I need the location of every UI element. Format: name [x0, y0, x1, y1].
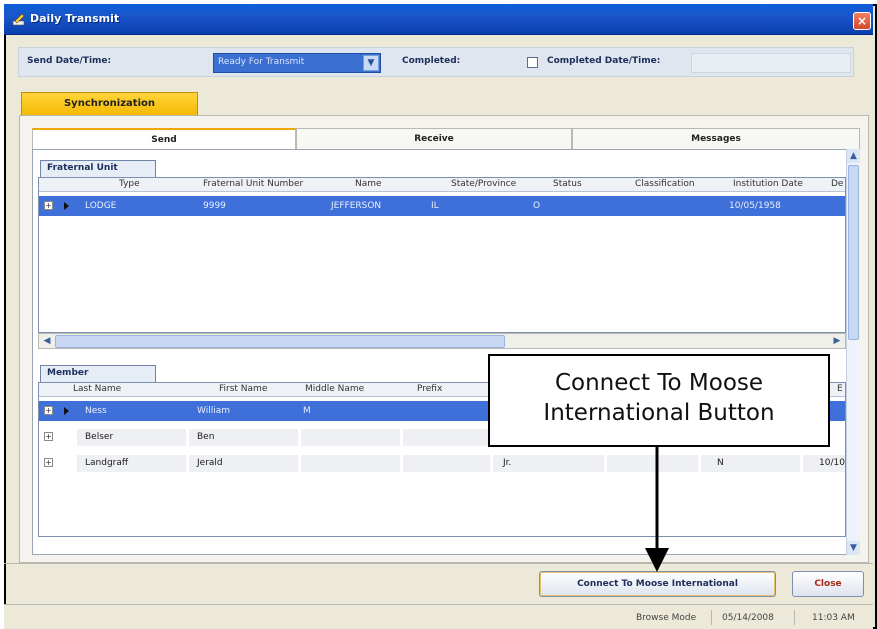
transmit-status-select[interactable]: Ready For Transmit ▼: [213, 53, 381, 73]
scroll-left-icon[interactable]: ◀: [40, 335, 54, 348]
completed-datetime-label: Completed Date/Time:: [547, 56, 661, 66]
chevron-down-icon[interactable]: ▼: [363, 55, 379, 71]
cell-type: LODGE: [85, 201, 117, 211]
fraternal-unit-horizontal-scrollbar[interactable]: ◀ ▶: [38, 333, 846, 349]
column-header-fraternal-unit-number[interactable]: Fraternal Unit Number: [203, 179, 303, 189]
status-separator: [794, 610, 795, 625]
close-icon: ×: [856, 14, 868, 28]
fraternal-unit-grid: Type Fraternal Unit Number Name State/Pr…: [38, 177, 846, 333]
column-header-institution-date[interactable]: Institution Date: [733, 179, 803, 189]
cell-name: JEFFERSON: [331, 201, 382, 211]
cell-number: 9999: [203, 201, 226, 211]
cell-last-name: Landgraff: [85, 458, 129, 468]
cell-last-name: Belser: [85, 432, 114, 442]
table-row[interactable]: + Landgraff Jerald Jr. N 10/10: [39, 453, 845, 473]
plus-icon[interactable]: +: [44, 406, 53, 415]
column-header-name[interactable]: Name: [355, 179, 382, 189]
fraternal-unit-section-label: Fraternal Unit: [40, 160, 156, 177]
vertical-scroll-thumb[interactable]: [848, 165, 859, 340]
annotation-line-2: International Button: [543, 400, 775, 426]
column-header-e[interactable]: E: [837, 384, 843, 394]
cell-bg: [301, 455, 401, 472]
status-date: 05/14/2008: [722, 613, 774, 623]
triangle-right-icon: [64, 202, 69, 210]
column-header-middle-name[interactable]: Middle Name: [305, 384, 364, 394]
column-header-status[interactable]: Status: [553, 179, 582, 189]
column-header-type[interactable]: Type: [119, 179, 140, 189]
close-button[interactable]: Close: [792, 571, 864, 597]
cell-status: O: [533, 201, 541, 211]
scroll-right-icon[interactable]: ▶: [830, 335, 844, 348]
scroll-up-icon[interactable]: ▲: [847, 149, 860, 163]
cell-middle-name: M: [303, 406, 311, 416]
annotation-line-1: Connect To Moose: [554, 370, 764, 396]
column-header-first-name[interactable]: First Name: [219, 384, 267, 394]
status-bar: Browse Mode 05/14/2008 11:03 AM: [4, 604, 873, 629]
cell-first-name: Jerald: [197, 458, 223, 468]
scroll-down-icon[interactable]: ▼: [847, 541, 860, 555]
cell-first-name: Ben: [197, 432, 215, 442]
status-separator: [711, 610, 712, 625]
triangle-right-icon: [64, 407, 69, 415]
pencil-icon: [12, 13, 25, 26]
column-header-classification[interactable]: Classification: [635, 179, 695, 189]
tab-synchronization[interactable]: Synchronization: [21, 92, 198, 116]
cell-flag: N: [717, 458, 724, 468]
annotation-arrow-icon: [645, 446, 669, 572]
window-title: Daily Transmit: [30, 12, 120, 25]
cell-bg: [403, 455, 491, 472]
cell-bg: [403, 429, 491, 446]
cell-first-name: William: [197, 406, 230, 416]
column-header-prefix[interactable]: Prefix: [417, 384, 442, 394]
window-close-button[interactable]: ×: [853, 12, 871, 30]
cell-bg: [301, 429, 401, 446]
tab-receive[interactable]: Receive: [296, 128, 572, 150]
plus-icon[interactable]: +: [44, 201, 53, 210]
member-section-label: Member: [40, 365, 156, 382]
cell-last-name: Ness: [85, 406, 107, 416]
status-mode: Browse Mode: [636, 613, 697, 623]
plus-icon[interactable]: +: [44, 432, 53, 441]
send-tab-vertical-scrollbar[interactable]: ▲ ▼: [846, 149, 860, 555]
plus-icon[interactable]: +: [44, 458, 53, 467]
cell-date: 10/10: [819, 458, 845, 468]
cell-suffix: Jr.: [503, 458, 512, 468]
send-datetime-label: Send Date/Time:: [27, 56, 112, 66]
status-time: 11:03 AM: [812, 613, 855, 623]
cell-bg: [701, 455, 801, 472]
tab-messages[interactable]: Messages: [572, 128, 860, 150]
transmit-header: Send Date/Time: Ready For Transmit ▼ Com…: [18, 47, 854, 77]
horizontal-scroll-thumb[interactable]: [55, 335, 505, 348]
table-row[interactable]: + LODGE 9999 JEFFERSON IL O 10/05/1958: [39, 196, 845, 216]
status-select-value: Ready For Transmit: [218, 57, 305, 67]
completed-label: Completed:: [402, 56, 461, 66]
cell-state: IL: [431, 201, 439, 211]
cell-institution-date: 10/05/1958: [729, 201, 781, 211]
column-header-de[interactable]: De: [831, 179, 843, 189]
footer-separator: [4, 563, 873, 564]
completed-datetime-field: [691, 53, 851, 73]
column-header-state-province[interactable]: State/Province: [451, 179, 516, 189]
fraternal-unit-grid-header: Type Fraternal Unit Number Name State/Pr…: [39, 178, 845, 192]
tab-send[interactable]: Send: [32, 128, 296, 150]
completed-checkbox[interactable]: [527, 57, 538, 68]
annotation-callout: Connect To Moose International Button: [488, 354, 830, 447]
column-header-last-name[interactable]: Last Name: [73, 384, 121, 394]
title-bar[interactable]: Daily Transmit ×: [4, 4, 873, 35]
